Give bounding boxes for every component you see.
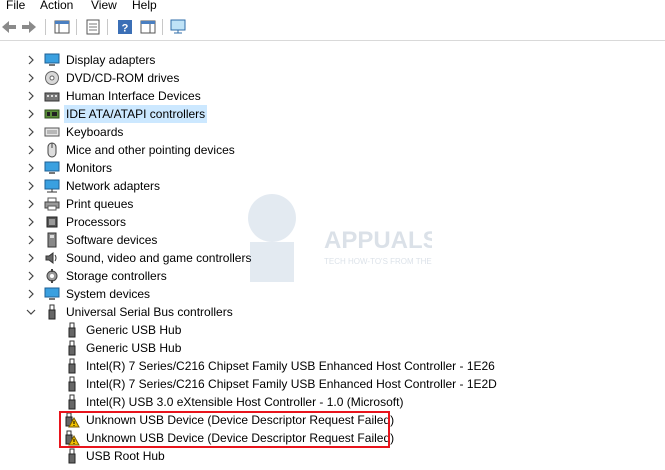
chevron-right-icon[interactable] [26, 199, 36, 209]
usb-icon [64, 322, 80, 338]
chevron-right-icon[interactable] [26, 181, 36, 191]
show-hide-tree-icon[interactable] [53, 18, 71, 36]
tree-item-label: IDE ATA/ATAPI controllers [64, 105, 208, 123]
tree-item-mice[interactable]: Mice and other pointing devices [26, 141, 237, 159]
chevron-right-icon[interactable] [26, 109, 36, 119]
chevron-right-icon[interactable] [26, 289, 36, 299]
tree-item-label: Generic USB Hub [86, 341, 182, 355]
processor-icon [44, 214, 60, 230]
tree-item-label: Intel(R) 7 Series/C216 Chipset Family US… [86, 377, 497, 391]
tree-item-software-devices[interactable]: Software devices [26, 231, 159, 249]
usb-icon [64, 376, 80, 392]
tree-item-display-adapters[interactable]: Display adapters [26, 51, 157, 69]
highlight-box [59, 411, 390, 448]
tree-item-label: Sound, video and game controllers [66, 251, 252, 265]
tree-item-usb-child[interactable]: Generic USB Hub [64, 339, 183, 357]
tree-item-ide-ata-atapi-controllers[interactable]: IDE ATA/ATAPI controllers [26, 105, 208, 123]
usb-icon [64, 358, 80, 374]
tree-item-label: Software devices [66, 233, 158, 247]
tree-item-usb-child[interactable]: Intel(R) 7 Series/C216 Chipset Family US… [64, 375, 499, 393]
system-device-icon [44, 286, 60, 302]
chevron-right-icon[interactable] [26, 145, 36, 155]
tree-item-processors[interactable]: Processors [26, 213, 128, 231]
software-device-icon [44, 232, 60, 248]
network-icon [44, 178, 60, 194]
keyboard-icon [44, 124, 60, 140]
chevron-right-icon[interactable] [26, 55, 36, 65]
tree-item-label: System devices [66, 287, 151, 301]
chevron-right-icon[interactable] [26, 235, 36, 245]
hid-icon [44, 88, 60, 104]
tree-item-usb-child[interactable]: USB Root Hub [64, 447, 167, 465]
tree-item-storage-controllers[interactable]: Storage controllers [26, 267, 169, 285]
tree-item-label: Monitors [66, 161, 113, 175]
chevron-down-icon[interactable] [26, 307, 36, 317]
menu-bar: File Action View Help [0, 0, 665, 14]
toolbar: ? [0, 14, 665, 41]
tree-item-usb-child[interactable]: Intel(R) USB 3.0 eXtensible Host Control… [64, 393, 405, 411]
tree-item-usb-child[interactable]: Intel(R) 7 Series/C216 Chipset Family US… [64, 357, 497, 375]
tree-item-label: Intel(R) USB 3.0 eXtensible Host Control… [86, 395, 404, 409]
usb-icon [64, 394, 80, 410]
tree-item-system-devices[interactable]: System devices [26, 285, 152, 303]
tree-item-label: DVD/CD-ROM drives [66, 71, 180, 85]
chevron-right-icon[interactable] [26, 217, 36, 227]
menu-help[interactable]: Help [132, 0, 157, 12]
monitor-icon [44, 160, 60, 176]
menu-action[interactable]: Action [40, 0, 73, 12]
usb-icon [64, 340, 80, 356]
tree-item-label: Human Interface Devices [66, 89, 201, 103]
display-icon [44, 52, 60, 68]
back-icon[interactable] [0, 18, 18, 36]
chevron-right-icon[interactable] [26, 73, 36, 83]
tree-item-label: Print queues [66, 197, 134, 211]
tree-item-print-queues[interactable]: Print queues [26, 195, 135, 213]
ide-controller-icon [44, 106, 60, 122]
menu-view[interactable]: View [91, 0, 117, 12]
mouse-icon [44, 142, 60, 158]
tree-item-monitors[interactable]: Monitors [26, 159, 114, 177]
tree-item-label: Storage controllers [66, 269, 167, 283]
tree-item-label: Intel(R) 7 Series/C216 Chipset Family US… [86, 359, 495, 373]
tree-item-label: Network adapters [66, 179, 161, 193]
tree-item-label: Universal Serial Bus controllers [66, 305, 233, 319]
chevron-right-icon[interactable] [26, 253, 36, 263]
sound-icon [44, 250, 60, 266]
chevron-right-icon[interactable] [26, 271, 36, 281]
tree-item-usb-child[interactable]: Generic USB Hub [64, 321, 183, 339]
tree-item-label: Processors [66, 215, 127, 229]
usb-icon [64, 448, 80, 464]
menu-file[interactable]: File [6, 0, 25, 12]
chevron-right-icon[interactable] [26, 163, 36, 173]
printer-icon [44, 196, 60, 212]
svg-text:?: ? [122, 23, 129, 35]
tree-item-label: Generic USB Hub [86, 323, 182, 337]
device-tree: Display adapters DVD/CD-ROM drives Human… [0, 41, 665, 470]
tree-item-universal-serial-bus-controllers[interactable]: Universal Serial Bus controllers [26, 303, 235, 321]
tree-item-human-interface-devices[interactable]: Human Interface Devices [26, 87, 203, 105]
forward-icon[interactable] [20, 18, 38, 36]
dvd-drive-icon [44, 70, 60, 86]
tree-item-label: USB Root Hub [86, 449, 165, 463]
properties-icon[interactable] [84, 18, 102, 36]
tree-item-label: Display adapters [66, 53, 156, 67]
tree-item-network-adapters[interactable]: Network adapters [26, 177, 162, 195]
chevron-right-icon[interactable] [26, 127, 36, 137]
chevron-right-icon[interactable] [26, 91, 36, 101]
storage-icon [44, 268, 60, 284]
tree-item-sound-video-game-controllers[interactable]: Sound, video and game controllers [26, 249, 253, 267]
help-icon[interactable]: ? [116, 18, 134, 36]
tree-item-label: Keyboards [66, 125, 124, 139]
usb-icon [44, 304, 60, 320]
tree-item-dvd-cd-rom-drives[interactable]: DVD/CD-ROM drives [26, 69, 181, 87]
action-pane-icon[interactable] [139, 18, 157, 36]
scan-hardware-icon[interactable] [170, 18, 188, 36]
tree-item-label: Mice and other pointing devices [66, 143, 235, 157]
tree-item-keyboards[interactable]: Keyboards [26, 123, 125, 141]
